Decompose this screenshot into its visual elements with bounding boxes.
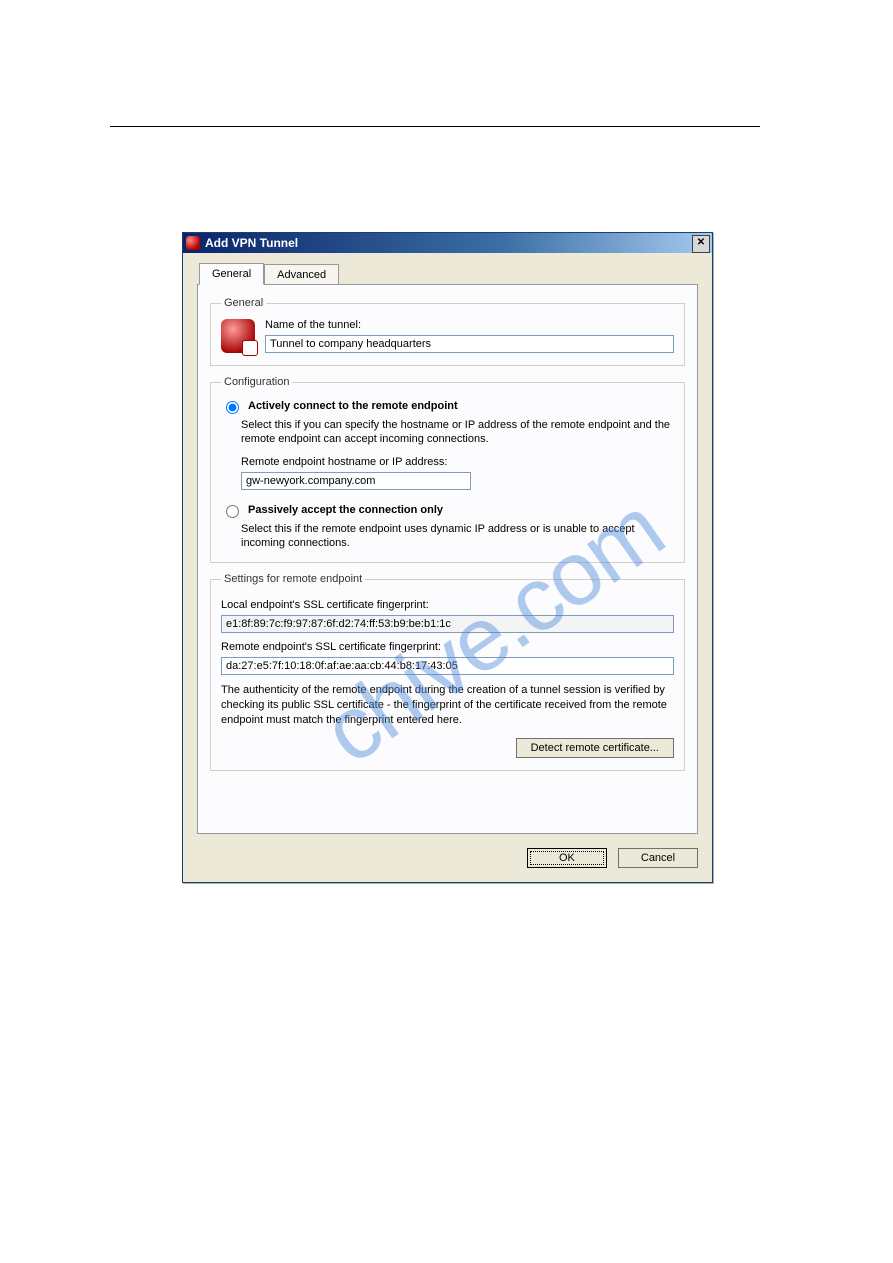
- radio-active-connect[interactable]: [226, 401, 239, 414]
- add-vpn-tunnel-dialog: Add VPN Tunnel ✕ GeneralAdvanced General…: [182, 232, 713, 883]
- group-general: General Name of the tunnel:: [210, 297, 685, 366]
- radio-passive-accept[interactable]: [226, 505, 239, 518]
- local-fingerprint-input[interactable]: [221, 615, 674, 633]
- detect-certificate-button[interactable]: Detect remote certificate...: [516, 738, 674, 758]
- local-fingerprint-label: Local endpoint's SSL certificate fingerp…: [221, 599, 674, 611]
- authenticity-note: The authenticity of the remote endpoint …: [221, 683, 674, 728]
- radio-passive-accept-label: Passively accept the connection only: [248, 504, 443, 516]
- tab-general[interactable]: General: [199, 263, 264, 285]
- tunnel-icon: [221, 319, 255, 353]
- active-help-text: Select this if you can specify the hostn…: [241, 418, 674, 446]
- group-remote-settings: Settings for remote endpoint Local endpo…: [210, 573, 685, 771]
- cancel-button[interactable]: Cancel: [618, 848, 698, 868]
- dialog-button-row: OK Cancel: [197, 848, 698, 868]
- group-general-legend: General: [221, 297, 266, 309]
- radio-active-connect-label: Actively connect to the remote endpoint: [248, 400, 458, 412]
- dialog-title: Add VPN Tunnel: [205, 236, 298, 250]
- remote-fingerprint-input[interactable]: [221, 657, 674, 675]
- close-button[interactable]: ✕: [692, 235, 710, 253]
- ok-button[interactable]: OK: [527, 848, 607, 868]
- remote-endpoint-label: Remote endpoint hostname or IP address:: [241, 456, 674, 468]
- page-divider: [110, 126, 760, 127]
- app-icon: [186, 236, 200, 250]
- dialog-content: GeneralAdvanced General Name of the tunn…: [183, 253, 712, 882]
- group-configuration-legend: Configuration: [221, 376, 292, 388]
- tunnel-name-label: Name of the tunnel:: [265, 319, 674, 331]
- group-configuration: Configuration Actively connect to the re…: [210, 376, 685, 563]
- tab-advanced[interactable]: Advanced: [264, 264, 339, 284]
- tab-strip: GeneralAdvanced: [197, 263, 698, 285]
- remote-fingerprint-label: Remote endpoint's SSL certificate finger…: [221, 641, 674, 653]
- group-remote-settings-legend: Settings for remote endpoint: [221, 573, 365, 585]
- titlebar: Add VPN Tunnel ✕: [183, 233, 712, 253]
- tunnel-name-input[interactable]: [265, 335, 674, 353]
- remote-endpoint-input[interactable]: [241, 472, 471, 490]
- tab-panel-general: General Name of the tunnel: Configuratio…: [197, 284, 698, 834]
- passive-help-text: Select this if the remote endpoint uses …: [241, 522, 674, 550]
